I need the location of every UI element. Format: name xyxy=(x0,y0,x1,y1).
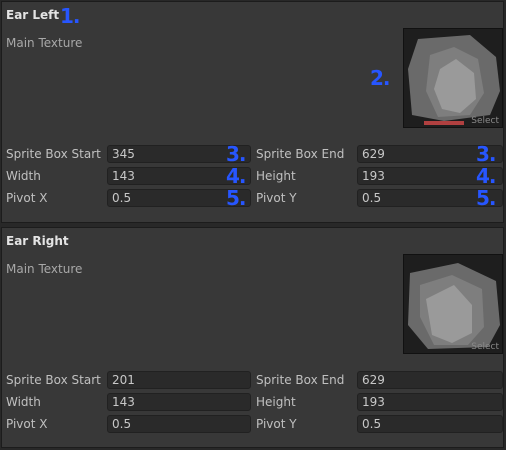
annotation-1: 1. xyxy=(60,4,80,28)
width-label: Width xyxy=(6,169,41,183)
annotation-3-left: 3. xyxy=(226,142,246,166)
annotation-4-right: 4. xyxy=(476,164,496,188)
select-button[interactable]: Select xyxy=(471,342,499,352)
pivot-x-field[interactable]: 0.5 xyxy=(107,415,251,433)
sprite-box-end-field[interactable]: 629 xyxy=(357,371,503,389)
ear-left-panel: Ear Left Main Texture Select Sprite Box … xyxy=(1,1,504,223)
height-label: Height xyxy=(256,395,296,409)
annotation-2: 2. xyxy=(370,66,390,90)
main-texture-thumbnail[interactable]: Select xyxy=(403,254,503,354)
main-texture-label: Main Texture xyxy=(6,262,83,276)
sprite-box-end-label: Sprite Box End xyxy=(256,373,345,387)
texture-preview-image xyxy=(404,255,502,353)
pivot-y-label: Pivot Y xyxy=(256,417,297,431)
width-field[interactable]: 143 xyxy=(107,393,251,411)
pivot-y-field[interactable]: 0.5 xyxy=(357,415,503,433)
panel-title: Ear Left xyxy=(6,8,60,22)
height-field[interactable]: 193 xyxy=(357,393,503,411)
height-label: Height xyxy=(256,169,296,183)
width-label: Width xyxy=(6,395,41,409)
select-button[interactable]: Select xyxy=(471,116,499,126)
sprite-box-start-field[interactable]: 201 xyxy=(107,371,251,389)
main-texture-label: Main Texture xyxy=(6,36,83,50)
pivot-y-label: Pivot Y xyxy=(256,191,297,205)
annotation-4-left: 4. xyxy=(226,164,246,188)
sprite-box-end-label: Sprite Box End xyxy=(256,147,345,161)
sprite-box-start-label: Sprite Box Start xyxy=(6,147,101,161)
annotation-5-right: 5. xyxy=(476,186,496,210)
ear-right-panel: Ear Right Main Texture Select Sprite Box… xyxy=(1,227,504,448)
annotation-3-right: 3. xyxy=(476,142,496,166)
annotation-5-left: 5. xyxy=(226,186,246,210)
texture-preview-image xyxy=(404,29,502,127)
sprite-box-start-label: Sprite Box Start xyxy=(6,373,101,387)
panel-title: Ear Right xyxy=(6,234,69,248)
pivot-x-label: Pivot X xyxy=(6,417,48,431)
main-texture-thumbnail[interactable]: Select xyxy=(403,28,503,128)
pivot-x-label: Pivot X xyxy=(6,191,48,205)
